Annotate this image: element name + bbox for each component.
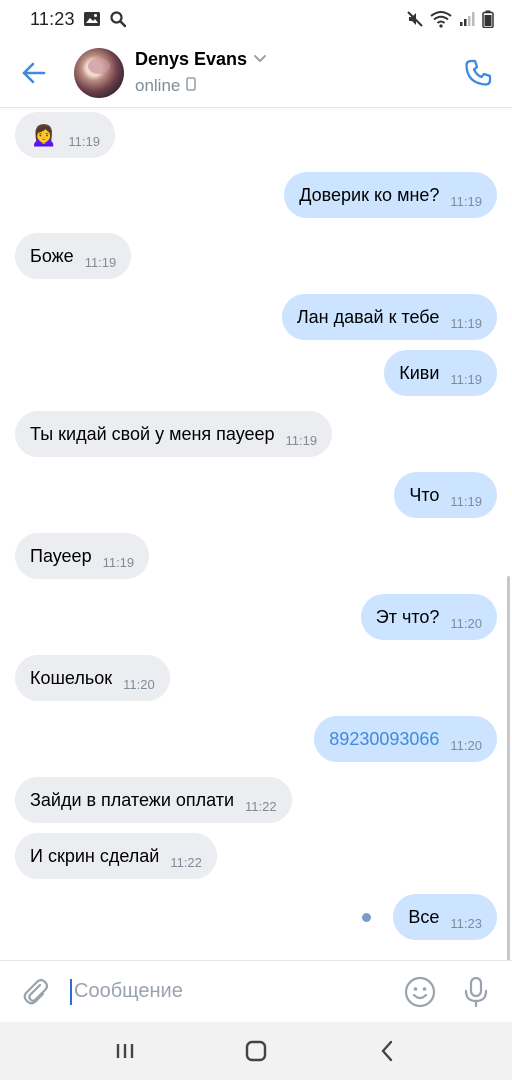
message-text: 🙍‍♀️: [30, 122, 58, 147]
message-input[interactable]: Сообщение: [70, 972, 400, 1012]
message-text: Киви: [399, 362, 440, 383]
battery-icon: [482, 10, 494, 29]
unread-indicator: [362, 913, 371, 922]
message-text: Ты кидай свой у меня пауеер: [30, 423, 275, 444]
image-icon: [83, 10, 101, 28]
message-text: Все: [408, 906, 440, 927]
phone-device-icon: [186, 76, 197, 96]
recent-apps-icon[interactable]: [105, 1031, 145, 1071]
microphone-icon[interactable]: [456, 972, 496, 1012]
message-text: Эт что?: [375, 606, 440, 627]
message-bubble[interactable]: Доверик ко мне? 11:19: [284, 172, 497, 218]
message-text: Лан давай к тебе: [296, 306, 440, 327]
scrollbar[interactable]: [507, 576, 510, 960]
message-bubble[interactable]: 🙍‍♀️ 11:19: [15, 112, 115, 158]
message-bubble[interactable]: Что 11:19: [394, 472, 497, 518]
smiley-icon[interactable]: [400, 972, 440, 1012]
message-time: 11:19: [450, 371, 482, 387]
search-icon: [109, 10, 127, 28]
message-time: 11:20: [123, 676, 155, 692]
mute-icon: [406, 10, 424, 28]
message-list[interactable]: 🙍‍♀️ 11:19 Доверик ко мне? 11:19 Боже 11…: [0, 108, 512, 960]
message-time: 11:20: [450, 615, 482, 631]
chevron-down-icon: [253, 51, 267, 69]
phone-number-link[interactable]: 89230093066: [329, 729, 439, 750]
message-time: 11:19: [450, 193, 482, 209]
status-bar: 11:23: [0, 0, 512, 38]
message-text: Пауеер: [30, 545, 92, 566]
message-bubble[interactable]: Киви 11:19: [384, 350, 497, 396]
message-bubble[interactable]: И скрин сделай 11:22: [15, 833, 217, 879]
message-time: 11:19: [450, 315, 482, 331]
peer-name: Denys Evans: [135, 49, 248, 69]
message-bubble[interactable]: Пауеер 11:19: [15, 533, 150, 579]
message-text: Кошельок: [30, 667, 113, 688]
message-text: Доверик ко мне?: [299, 184, 440, 205]
message-bubble[interactable]: Лан давай к тебе 11:19: [281, 294, 497, 340]
message-time: 11:19: [84, 254, 117, 270]
message-time: 11:19: [450, 493, 482, 509]
message-time: 11:23: [450, 915, 482, 931]
text-caret: [70, 978, 72, 1005]
message-bubble[interactable]: Все 11:23: [393, 894, 497, 940]
system-nav-bar: [0, 1022, 512, 1080]
message-time: 11:19: [68, 133, 100, 149]
back-icon[interactable]: [367, 1031, 407, 1071]
chat-header: Denys Evans online: [0, 38, 512, 108]
message-time: 11:20: [450, 737, 482, 753]
status-time: 11:23: [30, 8, 75, 29]
message-text: Боже: [30, 245, 74, 266]
message-composer: Сообщение: [0, 960, 512, 1022]
message-text: Зайди в платежи оплати: [30, 789, 235, 810]
peer-info[interactable]: Denys Evans online: [135, 49, 267, 96]
arrow-left-icon[interactable]: [14, 53, 54, 93]
message-text: Что: [409, 484, 440, 505]
peer-status: online: [135, 76, 181, 95]
phone-icon[interactable]: [460, 55, 496, 91]
avatar[interactable]: [74, 47, 124, 98]
message-bubble[interactable]: Зайди в платежи оплати 11:22: [15, 777, 292, 823]
home-icon[interactable]: [236, 1031, 276, 1071]
message-time: 11:22: [245, 798, 277, 814]
message-text: И скрин сделай: [30, 845, 160, 866]
paperclip-icon[interactable]: [16, 972, 56, 1012]
message-bubble[interactable]: Боже 11:19: [15, 233, 132, 279]
message-input-placeholder: Сообщение: [74, 980, 183, 1002]
message-bubble[interactable]: 89230093066 11:20: [314, 716, 497, 762]
message-bubble[interactable]: Ты кидай свой у меня пауеер 11:19: [15, 411, 333, 457]
wifi-icon: [430, 10, 452, 28]
message-bubble[interactable]: Кошельок 11:20: [15, 655, 170, 701]
message-time: 11:19: [285, 432, 318, 448]
message-time: 11:19: [102, 554, 135, 570]
message-bubble[interactable]: Эт что? 11:20: [360, 594, 497, 640]
message-time: 11:22: [170, 854, 202, 870]
signal-icon: [458, 10, 476, 28]
